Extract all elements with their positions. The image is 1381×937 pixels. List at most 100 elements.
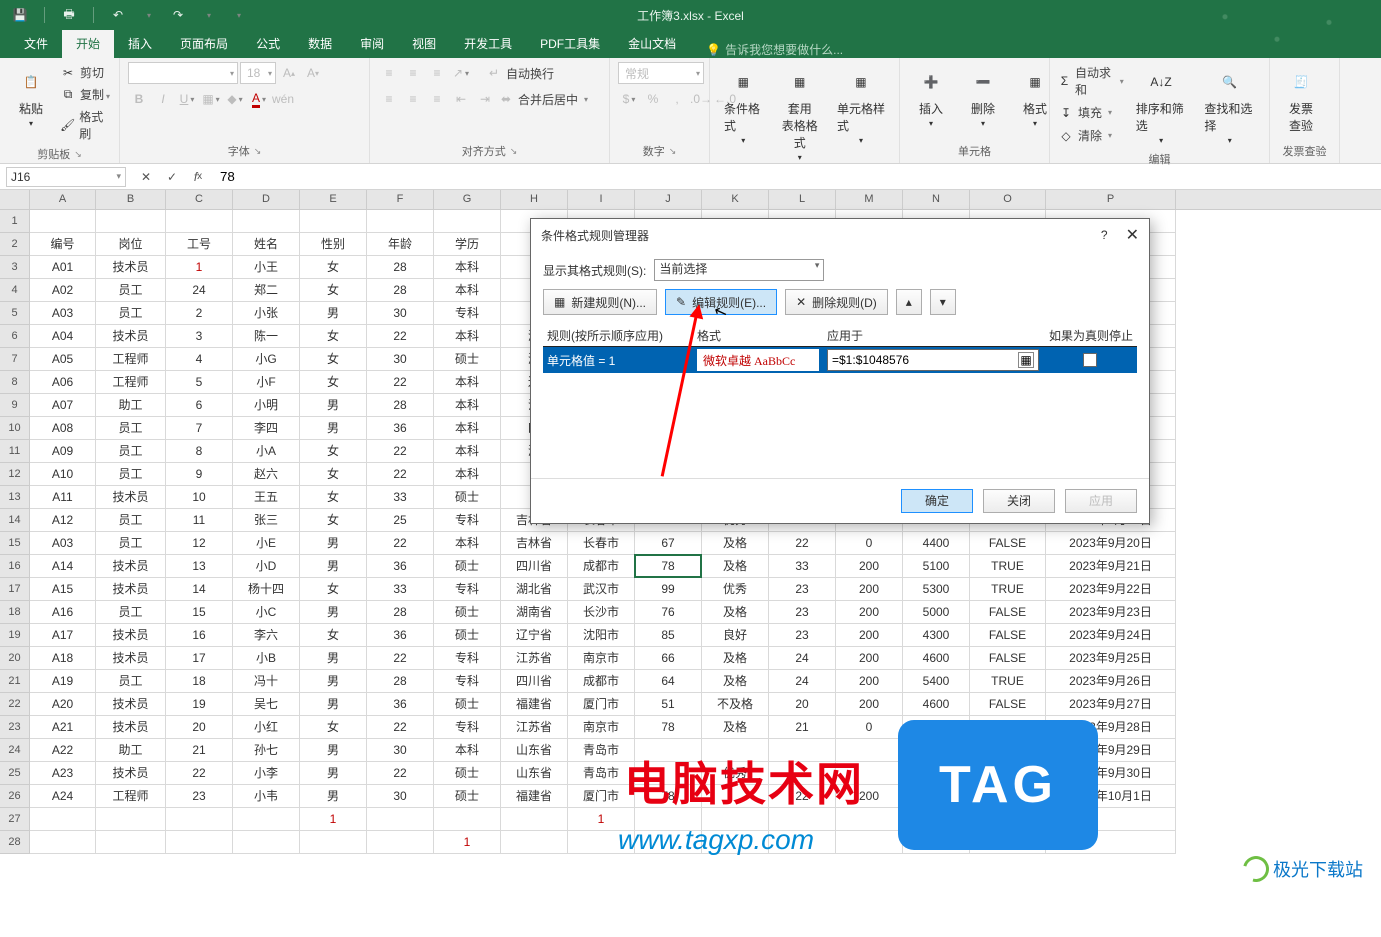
formula-input[interactable] xyxy=(214,167,1381,187)
row-header[interactable]: 7 xyxy=(0,348,30,371)
cell[interactable]: 本科 xyxy=(434,256,501,279)
cell[interactable]: 女 xyxy=(300,348,367,371)
cell[interactable]: 硕士 xyxy=(434,693,501,716)
cell[interactable]: 小王 xyxy=(233,256,300,279)
cell[interactable]: 男 xyxy=(300,302,367,325)
cell[interactable]: 优秀 xyxy=(702,578,769,601)
cell[interactable]: FALSE xyxy=(970,624,1046,647)
cell[interactable]: 女 xyxy=(300,440,367,463)
cell[interactable]: 及格 xyxy=(702,555,769,578)
cell[interactable]: 5000 xyxy=(903,601,970,624)
tab-jinshan[interactable]: 金山文档 xyxy=(614,29,690,58)
cell[interactable]: 厦门市 xyxy=(568,785,635,808)
cell[interactable]: 员工 xyxy=(96,670,166,693)
cell[interactable] xyxy=(836,808,903,831)
cell[interactable]: 小F xyxy=(233,371,300,394)
cell[interactable]: 硕士 xyxy=(434,601,501,624)
tab-pagelayout[interactable]: 页面布局 xyxy=(166,29,242,58)
cell[interactable]: 36 xyxy=(367,693,434,716)
cell[interactable]: 85 xyxy=(635,624,702,647)
cell[interactable]: 女 xyxy=(300,256,367,279)
cell[interactable]: 2023年9月29日 xyxy=(1046,739,1176,762)
cell[interactable]: 200 xyxy=(836,624,903,647)
row-header[interactable]: 4 xyxy=(0,279,30,302)
cell[interactable]: 30 xyxy=(367,302,434,325)
cell[interactable]: 22 xyxy=(367,716,434,739)
cell[interactable]: 2023年9月28日 xyxy=(1046,716,1176,739)
cell[interactable]: 22 xyxy=(367,440,434,463)
decrease-font-icon[interactable]: A▾ xyxy=(302,62,324,84)
cell[interactable]: 4400 xyxy=(903,532,970,555)
close-button[interactable]: 关闭 xyxy=(983,489,1055,513)
cell[interactable]: 女 xyxy=(300,325,367,348)
row-header[interactable]: 15 xyxy=(0,532,30,555)
cell[interactable]: 22 xyxy=(367,371,434,394)
cell[interactable] xyxy=(1046,831,1176,854)
cell[interactable]: 男 xyxy=(300,670,367,693)
cell[interactable]: 本科 xyxy=(434,532,501,555)
cell[interactable] xyxy=(903,785,970,808)
cell[interactable]: 5400 xyxy=(903,670,970,693)
cell[interactable]: 湖北省 xyxy=(501,578,568,601)
column-header[interactable]: F xyxy=(367,190,434,209)
cell[interactable]: 0 xyxy=(836,532,903,555)
cell[interactable]: 1 xyxy=(300,808,367,831)
cell[interactable] xyxy=(635,762,702,785)
cell[interactable]: 10 xyxy=(166,486,233,509)
row-header[interactable]: 1 xyxy=(0,210,30,233)
cell[interactable]: 张三 xyxy=(233,509,300,532)
cell[interactable]: 良好 xyxy=(702,624,769,647)
row-header[interactable]: 14 xyxy=(0,509,30,532)
cell[interactable]: 小E xyxy=(233,532,300,555)
cell[interactable]: 本科 xyxy=(434,394,501,417)
italic-button[interactable]: I xyxy=(152,88,174,110)
cell[interactable] xyxy=(702,808,769,831)
cell[interactable]: 武汉市 xyxy=(568,578,635,601)
cell[interactable]: 78 xyxy=(635,555,702,578)
cell[interactable] xyxy=(96,210,166,233)
cut-button[interactable]: ✂剪切 xyxy=(60,62,111,83)
find-select-button[interactable]: 🔍查找和选择▾ xyxy=(1198,62,1261,149)
row-header[interactable]: 8 xyxy=(0,371,30,394)
cell[interactable]: TRUE xyxy=(970,555,1046,578)
undo-icon[interactable]: ↶ xyxy=(108,5,128,25)
cell[interactable]: 女 xyxy=(300,716,367,739)
font-size-combo[interactable]: 18 xyxy=(240,62,276,84)
row-header[interactable]: 20 xyxy=(0,647,30,670)
cell[interactable]: 李四 xyxy=(233,417,300,440)
cell[interactable]: 9 xyxy=(166,463,233,486)
align-center-icon[interactable]: ≡ xyxy=(402,88,424,110)
cell[interactable] xyxy=(30,210,96,233)
cell[interactable]: 本科 xyxy=(434,739,501,762)
cell[interactable]: 4 xyxy=(166,348,233,371)
tell-me[interactable]: 💡告诉我您想要做什么... xyxy=(690,41,843,58)
cell[interactable]: 22 xyxy=(367,325,434,348)
cell[interactable]: 男 xyxy=(300,417,367,440)
show-rules-for-select[interactable]: 当前选择 xyxy=(654,259,824,281)
cell[interactable]: 南京市 xyxy=(568,647,635,670)
cell[interactable]: 硕士 xyxy=(434,785,501,808)
cell[interactable]: 本科 xyxy=(434,417,501,440)
cell[interactable]: A14 xyxy=(30,555,96,578)
cell[interactable]: TRUE xyxy=(970,716,1046,739)
cell[interactable]: 李六 xyxy=(233,624,300,647)
cell[interactable]: 本科 xyxy=(434,325,501,348)
cell[interactable]: 女 xyxy=(300,463,367,486)
cell[interactable]: 200 xyxy=(836,785,903,808)
column-header[interactable]: M xyxy=(836,190,903,209)
fx-icon[interactable]: fx xyxy=(188,167,208,187)
cell[interactable]: 编号 xyxy=(30,233,96,256)
percent-icon[interactable]: % xyxy=(642,88,664,110)
cell[interactable]: 专科 xyxy=(434,302,501,325)
cell[interactable]: 2023年9月30日 xyxy=(1046,762,1176,785)
row-header[interactable]: 28 xyxy=(0,831,30,854)
cell[interactable]: 36 xyxy=(367,555,434,578)
cell[interactable]: 2023年9月23日 xyxy=(1046,601,1176,624)
cell[interactable]: 及格 xyxy=(702,670,769,693)
cell[interactable] xyxy=(702,785,769,808)
cell[interactable]: 28 xyxy=(367,601,434,624)
orientation-icon[interactable]: ↗ xyxy=(450,62,472,84)
redo-icon[interactable]: ↷ xyxy=(168,5,188,25)
cell[interactable]: 硕士 xyxy=(434,555,501,578)
cell[interactable]: 21 xyxy=(769,716,836,739)
